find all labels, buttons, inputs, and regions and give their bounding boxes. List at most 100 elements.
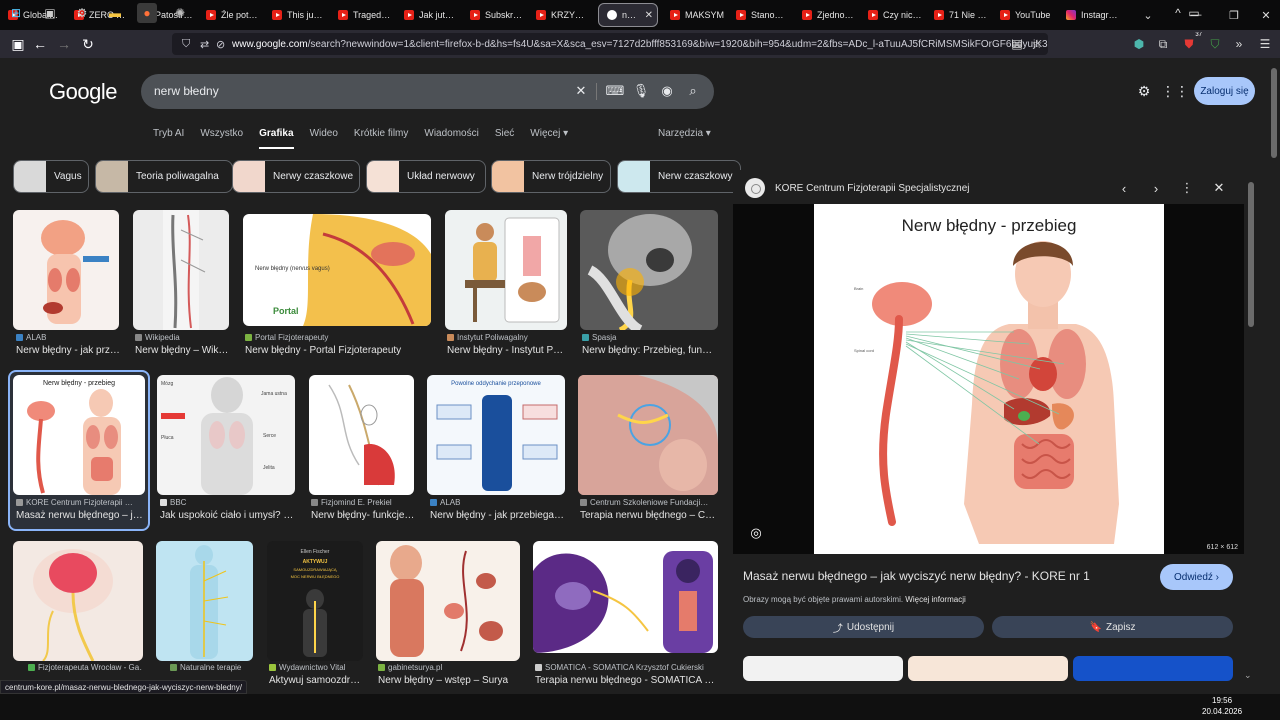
lock-icon[interactable]: ⊘ [216,38,225,51]
browser-tab[interactable]: Źle potrakt [198,0,264,30]
search-input[interactable]: nerw błedny [154,84,219,98]
related-search-chip[interactable]: Vagus [13,160,89,193]
related-image-3[interactable] [1073,656,1233,681]
search-tab[interactable]: Wszystko [200,128,243,149]
close-window-button[interactable]: ✕ [1248,0,1280,30]
panel-scrollbar[interactable] [1247,170,1256,680]
search-tab[interactable]: Krótkie filmy [354,128,408,149]
preview-image[interactable]: Nerw błędny - przebieg Brain Spinal cord [814,204,1164,554]
result-title[interactable]: Nerw błędny - jak przebiega … [430,510,565,521]
browser-tab[interactable]: This judge [264,0,330,30]
keyboard-icon[interactable]: ⌨ [606,82,625,100]
result-thumbnail[interactable]: Powolne oddychanie przeponowe [427,375,565,495]
related-search-chip[interactable]: Nerw czaszkowy [617,160,741,193]
result-thumbnail[interactable]: Nerw błędny (nervus vagus) Portal [243,214,431,326]
result-thumbnail[interactable] [13,210,119,330]
related-search-chip[interactable]: Teoria poliwagalna [95,160,233,193]
result-title[interactable]: Nerw błędny - Instytut P… [447,345,567,356]
shield-icon[interactable]: ⛉ [182,38,190,51]
panel-scroll-down-icon[interactable]: ⌄ [1244,670,1252,681]
search-tab[interactable]: Sieć [495,128,514,149]
panel-source-name[interactable]: KORE Centrum Fizjoterapii Specjalistyczn… [775,183,970,194]
browser-tab[interactable]: nerw błę ✕ [598,3,658,27]
forward-button[interactable]: → [52,32,76,56]
result-thumbnail[interactable] [376,541,520,661]
result-source[interactable]: Wikipedia [135,333,230,342]
extensions-icon[interactable]: ⧉ [1154,35,1172,53]
search-icon[interactable]: ⌕ [684,82,702,100]
previous-image-icon[interactable]: ‹ [1114,178,1134,198]
result-title[interactable]: Terapia nerwu błędnego – C… [580,510,718,521]
result-title[interactable]: Nerw błędny - jak prz… [16,345,121,356]
result-title[interactable]: Nerw błędny- funkcje… [311,510,416,521]
apps-grid-icon[interactable]: ⋮⋮ [1161,82,1189,100]
result-thumbnail[interactable] [156,541,253,661]
ublock-icon[interactable]: ⛊ 37 [1180,32,1202,53]
related-image-1[interactable] [743,656,903,681]
reader-view-icon[interactable]: ▤ [1008,35,1026,53]
bookmark-star-icon[interactable]: ☆ [1028,35,1046,53]
result-title[interactable]: Nerw błędny – Wik… [135,345,230,356]
result-source[interactable]: KORE Centrum Fizjoterapii … [16,498,144,507]
save-button[interactable]: 🔖 Zapisz [992,616,1233,638]
next-image-icon[interactable]: › [1146,178,1166,198]
steam-icon[interactable]: ⚙ [72,3,92,23]
result-source[interactable]: Fizjoterapeuta Wrocław - Ga… [28,663,142,672]
google-logo[interactable]: Google [49,79,117,105]
firefox-icon[interactable]: ● [137,3,157,23]
browser-tab[interactable]: MAKSYM [662,0,728,30]
settings-gear-icon[interactable]: ⚙ [1135,82,1153,100]
windows-start-icon[interactable]: ⊞ [6,3,26,23]
app-icon[interactable]: ✺ [170,3,190,23]
browser-tab[interactable]: Subskrypcj [462,0,528,30]
result-title[interactable]: Nerw błędny - Portal Fizjoterapeuty [245,345,435,356]
result-title[interactable]: Nerw błędny: Przebieg, funk… [582,345,717,356]
clear-search-icon[interactable]: ✕ [572,82,590,100]
tools-button[interactable]: Narzędzia ▾ [658,128,711,139]
result-source[interactable]: Naturalne terapie [170,663,252,672]
app-menu-icon[interactable]: ☰ [1256,35,1274,53]
close-panel-icon[interactable]: ✕ [1209,178,1229,198]
result-thumbnail[interactable]: Nerw błędny - przebieg [13,375,145,495]
privacy-extension-icon[interactable]: ⛉ [1206,35,1224,53]
visit-button[interactable]: Odwiedź › [1160,564,1233,590]
result-source[interactable]: ALAB [16,333,121,342]
result-source[interactable]: ALAB [430,498,565,507]
preview-title[interactable]: Masaż nerwu błędnego – jak wyciszyć nerw… [743,569,1090,583]
result-thumbnail[interactable] [578,375,718,495]
browser-tab[interactable]: YouTube [992,0,1058,30]
browser-tab[interactable]: Tragedia w [330,0,396,30]
more-info-link[interactable]: Więcej informacji [905,595,965,604]
more-options-icon[interactable]: ⋮ [1177,178,1197,198]
permissions-icon[interactable]: ⇄ [200,38,209,51]
search-tab[interactable]: Wiadomości [424,128,478,149]
browser-tab[interactable]: Czy nic nie [860,0,926,30]
related-search-chip[interactable]: Nerwy czaszkowe [232,160,360,193]
search-box[interactable]: nerw błedny ✕ ⌨ 🎙 ◉ ⌕ [141,74,714,109]
result-title[interactable]: Terapia nerwu błędnego - SOMATICA K… [535,675,715,685]
result-thumbnail[interactable] [445,210,567,330]
overflow-menu-icon[interactable]: » [1230,35,1248,53]
preview-image-area[interactable]: Nerw błędny - przebieg Brain Spinal cord… [733,204,1244,554]
related-image-2[interactable] [908,656,1068,681]
browser-tab[interactable]: Instagram [1058,0,1124,30]
result-source[interactable]: Portal Fizjoterapeuty [245,333,435,342]
result-thumbnail[interactable] [133,210,229,330]
voice-search-icon[interactable]: 🎙 [632,82,650,100]
network-icon[interactable]: ▭ [1184,3,1204,23]
related-search-chip[interactable]: Układ nerwowy [366,160,486,193]
result-thumbnail[interactable] [533,541,718,653]
lens-icon[interactable]: ◉ [658,82,676,100]
browser-tab[interactable]: Zjednocze [794,0,860,30]
close-tab-icon[interactable]: ✕ [645,10,653,21]
result-source[interactable]: Spasja [582,333,717,342]
result-source[interactable]: Centrum Szkoleniowe Fundacji… [580,498,718,507]
result-thumbnail[interactable] [580,210,718,330]
result-title[interactable]: Aktywuj samoozdr… [269,675,363,685]
browser-tab[interactable]: Stanowski [728,0,794,30]
restore-window-button[interactable]: ❐ [1216,0,1252,30]
vpn-shield-icon[interactable]: ⬢ [1130,35,1148,53]
search-tab[interactable]: Grafika [259,128,294,149]
related-search-chip[interactable]: Nerw trójdzielny [491,160,611,193]
result-source[interactable]: Wydawnictwo Vital [269,663,363,672]
